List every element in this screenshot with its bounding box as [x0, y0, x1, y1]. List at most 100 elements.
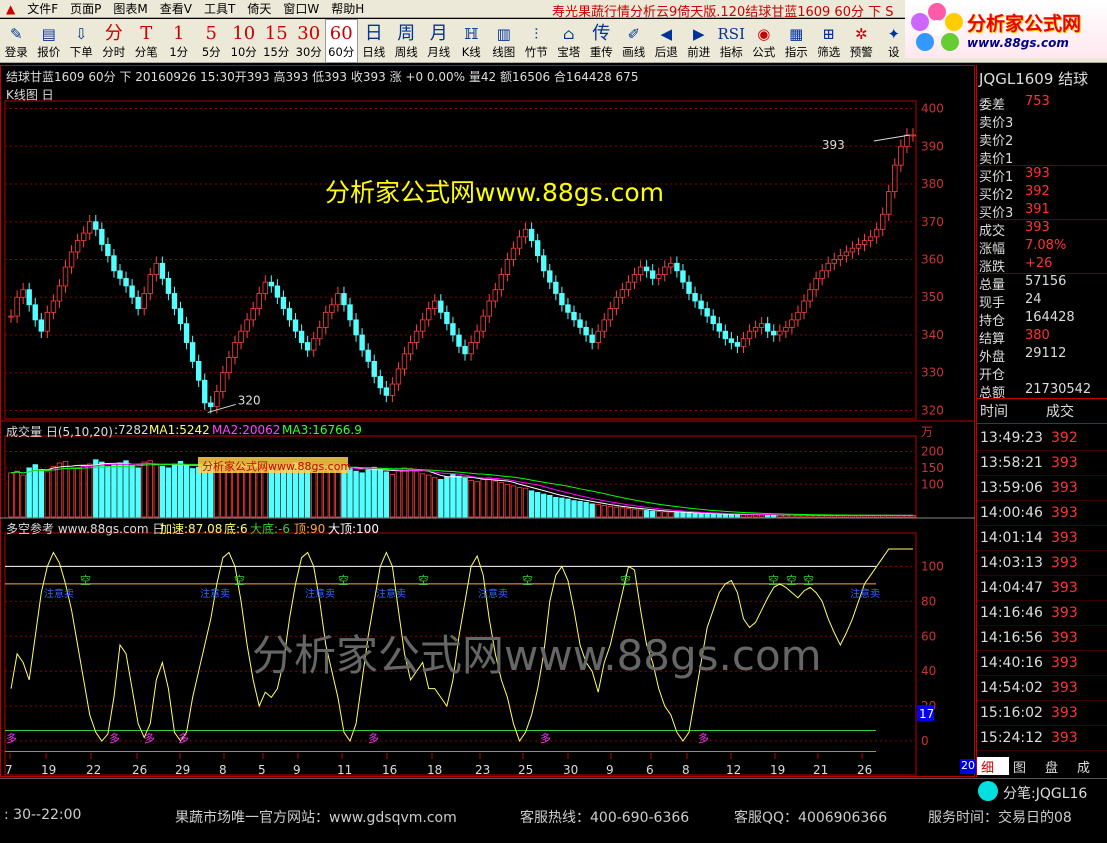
toolbar-button-6[interactable]: 5 5分 — [195, 19, 228, 63]
candle — [123, 277, 129, 287]
menu-help[interactable]: 帮助H — [325, 0, 370, 17]
toolbar-button-16[interactable]: ⫶ 竹节 — [520, 19, 553, 63]
toolbar-button-13[interactable]: 月月线 — [423, 19, 456, 63]
candle — [56, 285, 63, 302]
volume-bar — [99, 461, 105, 518]
toolbar-icon: ⌂ — [563, 25, 575, 43]
menu-view[interactable]: 查看V — [154, 0, 198, 17]
tick-price: 393 — [1051, 730, 1078, 746]
volume-bar — [68, 467, 75, 518]
watermark-small: 分析家公式网www.88gs.com — [202, 459, 351, 473]
tick-price: 393 — [1051, 680, 1078, 696]
toolbar-button-1[interactable]: ▤ 报价 — [33, 19, 66, 63]
toolbar-button-22[interactable]: RSI 指标 — [715, 19, 748, 63]
toolbar-button-12[interactable]: 周周线 — [390, 19, 423, 63]
menu-chart[interactable]: 图表M — [107, 0, 153, 17]
toolbar-button-7[interactable]: 10 10分 — [228, 19, 261, 63]
toolbar-button-label: 分时 — [102, 45, 126, 59]
menu-file[interactable]: 文件F — [21, 0, 64, 17]
toolbar-button-26[interactable]: ✲ 预警 — [845, 19, 878, 63]
toolbar-icon: ✦ — [887, 25, 901, 43]
toolbar-button-23[interactable]: ◉ 公式 — [748, 19, 781, 63]
min-label: 320 — [238, 393, 261, 407]
chart-svg[interactable]: 400390380370360350340330320393320分析家公式网w… — [0, 65, 975, 777]
window-title-text: 寿光果蔬行情分析云9倚天版.120结球甘蓝1609 60分 下 S — [552, 5, 894, 20]
candle — [662, 266, 668, 275]
toolbar-button-20[interactable]: ◀ 后退 — [650, 19, 683, 63]
toolbar-button-24[interactable]: ▦ 指示 — [780, 19, 813, 63]
tab-chart[interactable]: 图 — [1009, 757, 1041, 776]
candle — [377, 376, 383, 389]
candle — [177, 308, 184, 325]
toolbar-button-8[interactable]: 15 15分 — [260, 19, 293, 63]
candle — [910, 134, 916, 137]
toolbar-button-3[interactable]: 分分时 — [98, 19, 131, 63]
volume-bar — [401, 467, 408, 518]
tab-book[interactable]: 盘 — [1041, 757, 1073, 776]
toolbar-button-label: 设 — [888, 45, 900, 59]
tick-row: 14:16:56 393 — [977, 626, 1107, 651]
fenbi-label: 分笔:JQGL16 — [1003, 786, 1088, 802]
toolbar-button-9[interactable]: 30 30分 — [293, 19, 326, 63]
toolbar-button-17[interactable]: ⌂ 宝塔 — [553, 19, 586, 63]
menu-yitian[interactable]: 倚天 — [241, 0, 277, 17]
tab-detail[interactable]: 细 — [977, 757, 1009, 776]
menu-window[interactable]: 窗口W — [277, 0, 325, 17]
indicator-bigbottom: 大底:-6 — [250, 522, 291, 536]
volume-bar — [637, 509, 644, 518]
toolbar-button-label: 线图 — [492, 45, 516, 59]
quote-code: JQGL1609 结球 — [979, 70, 1089, 88]
toolbar-icon: ▶ — [692, 25, 705, 43]
toolbar-button-0[interactable]: ✎ 登录 — [0, 19, 33, 63]
toolbar-icon: 月 — [429, 23, 448, 44]
toolbar-button-11[interactable]: 日日线 — [358, 19, 391, 63]
candle — [347, 304, 353, 321]
volume-tick-label: 200 — [921, 445, 944, 459]
tick-row: 13:58:21 393 — [977, 451, 1107, 476]
toolbar-button-18[interactable]: 传重传 — [585, 19, 618, 63]
volume-bar — [692, 512, 698, 518]
volume-bar — [583, 501, 589, 518]
volume-bar — [147, 460, 153, 518]
price-tick-label: 390 — [921, 139, 944, 153]
quote-panel: JQGL1609 结球 委差 753 卖价3 卖价2 卖价1 买价1 393 买价2 392 买价… — [976, 65, 1107, 777]
toolbar-button-label: 预警 — [849, 45, 873, 59]
toolbar-icon: ✲ — [854, 25, 868, 43]
candle — [886, 191, 892, 215]
toolbar-button-5[interactable]: 1 1分 — [163, 19, 196, 63]
tick-price: 392 — [1051, 430, 1078, 446]
toolbar-button-2[interactable]: ⇩ 下单 — [65, 19, 98, 63]
status-site[interactable]: 果蔬市场唯一官方网站：www.gdsqvm.com — [175, 807, 457, 827]
tick-row: 14:00:46 393 — [977, 501, 1107, 526]
candle — [105, 244, 111, 257]
candle — [867, 236, 874, 242]
toolbar-button-4[interactable]: T 分笔 — [130, 19, 163, 63]
toolbar-button-15[interactable]: ▥ 线图 — [488, 19, 521, 63]
candle — [831, 259, 837, 264]
toolbar-button-10[interactable]: 60 60分 — [325, 19, 358, 63]
candle — [880, 213, 886, 230]
quote-row-value: 393 — [1025, 220, 1050, 235]
quote-row-value: 392 — [1025, 184, 1050, 199]
toolbar-button-19[interactable]: ✐ 画线 — [618, 19, 651, 63]
candle — [20, 289, 26, 298]
candle — [262, 281, 268, 294]
tick-price: 393 — [1051, 580, 1078, 596]
tab-trades[interactable]: 成 — [1073, 757, 1105, 776]
menu-tools[interactable]: 工具T — [198, 0, 241, 17]
toolbar-button-label: 登录 — [4, 45, 28, 59]
quote-row-label: 外盘 — [979, 350, 1006, 365]
tick-price: 393 — [1051, 455, 1078, 471]
toolbar-button-14[interactable]: ℍ K线 — [455, 19, 488, 63]
menu-page[interactable]: 页面P — [64, 0, 107, 17]
toolbar-button-25[interactable]: ⊞ 筛选 — [813, 19, 846, 63]
volume-bar — [680, 512, 686, 518]
toolbar-button-21[interactable]: ▶ 前进 — [683, 19, 716, 63]
indicator-tick-label: 100 — [921, 559, 944, 573]
candle — [680, 270, 686, 283]
volume-bar — [601, 505, 607, 518]
volume-bar — [674, 512, 680, 518]
app-icon[interactable]: ▲ — [0, 2, 21, 16]
logo-url: www.88gs.com — [967, 35, 1069, 50]
toolbar-button-label: 10分 — [230, 45, 257, 59]
